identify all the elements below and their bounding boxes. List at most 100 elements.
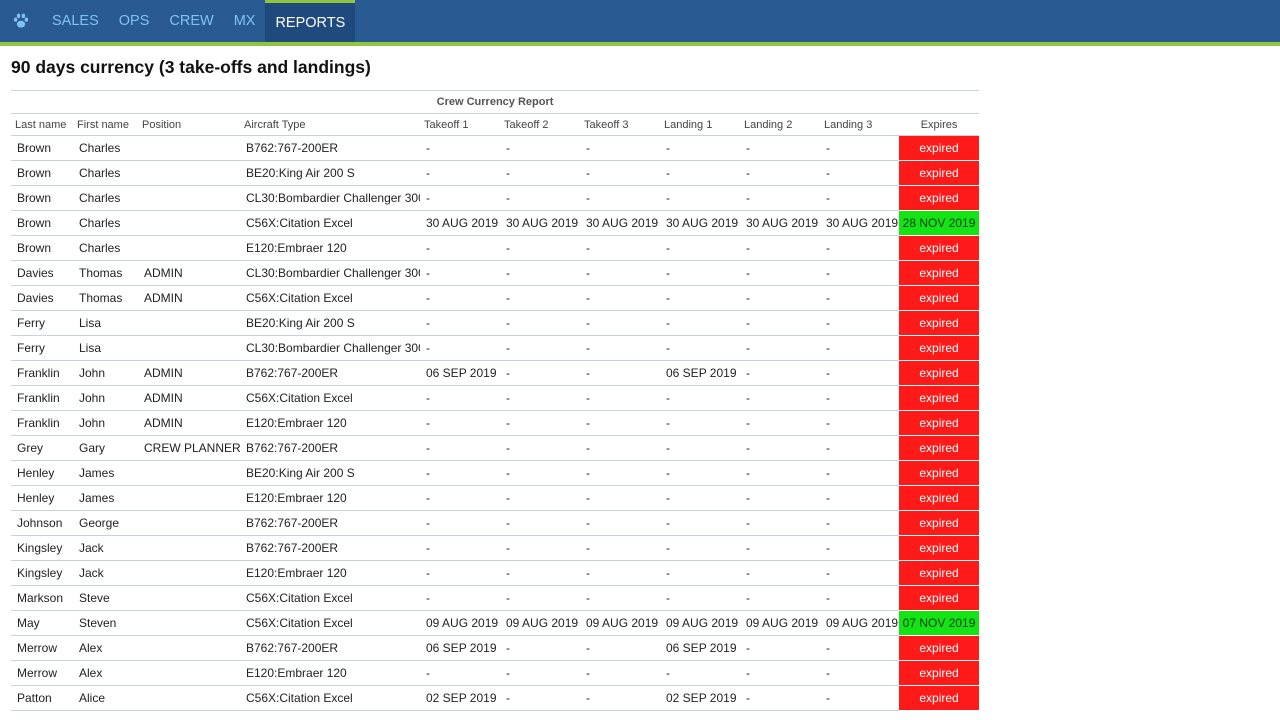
cell-first-name: Jack bbox=[73, 560, 138, 586]
cell-last-name: May bbox=[11, 610, 73, 636]
cell-takeoff-2: - bbox=[500, 135, 580, 161]
crew-currency-table: Crew Currency Report Last name First name… bbox=[11, 90, 980, 711]
cell-landing-2: - bbox=[740, 560, 820, 586]
nav-sales[interactable]: SALES bbox=[42, 0, 109, 42]
cell-landing-3: - bbox=[820, 510, 899, 536]
cell-landing-2: - bbox=[740, 135, 820, 161]
cell-aircraft-type: E120:Embraer 120 bbox=[240, 410, 420, 436]
cell-first-name: Charles bbox=[73, 235, 138, 261]
header-position[interactable]: Position bbox=[138, 113, 240, 136]
cell-position bbox=[138, 485, 240, 511]
cell-last-name: Brown bbox=[11, 160, 73, 186]
table-row[interactable]: May Steven C56X:Citation Excel 09 AUG 2019 0… bbox=[11, 610, 980, 636]
cell-last-name: Davies bbox=[11, 285, 73, 311]
table-row[interactable]: Brown Charles E120:Embraer 120- - - - - - expire… bbox=[11, 235, 980, 261]
table-row[interactable]: Kingsley Jack E120:Embraer 120- - - - - - expire… bbox=[11, 560, 980, 586]
cell-takeoff-2: - bbox=[500, 635, 580, 661]
cell-position bbox=[138, 310, 240, 336]
cell-landing-1: - bbox=[660, 560, 740, 586]
cell-landing-1: - bbox=[660, 510, 740, 536]
cell-aircraft-type: C56X:Citation Excel bbox=[240, 610, 420, 636]
cell-aircraft-type: E120:Embraer 120 bbox=[240, 235, 420, 261]
table-row[interactable]: Henley James E120:Embraer 120- - - - - - expired bbox=[11, 485, 980, 511]
table-row[interactable]: Brown Charles BE20:King Air 200 S - - - - - - exp… bbox=[11, 160, 980, 186]
cell-aircraft-type: CL30:Bombardier Challenger 300 bbox=[240, 185, 420, 211]
cell-last-name: Ferry bbox=[11, 335, 73, 361]
cell-takeoff-3: - bbox=[580, 510, 660, 536]
table-row[interactable]: Merrow Alex B762:767-200ER 06 SEP 2019- -06 … bbox=[11, 635, 980, 661]
table-row[interactable]: Davies Thomas ADMIN CL30:Bombardier Challen… bbox=[11, 260, 980, 286]
table-row[interactable]: Markson Steve C56X:Citation Excel - - - - - - exp… bbox=[11, 585, 980, 611]
table-row[interactable]: Franklin John ADMIN E120:Embraer 120- - - - - - e… bbox=[11, 410, 980, 436]
cell-takeoff-1: - bbox=[420, 135, 500, 161]
cell-landing-1: - bbox=[660, 460, 740, 486]
table-row[interactable]: Davies Thomas ADMIN C56X:Citation Excel - - - -… bbox=[11, 285, 980, 311]
table-row[interactable]: Kingsley Jack B762:767-200ER - - - - - - expired bbox=[11, 535, 980, 561]
header-aircraft-type[interactable]: Aircraft Type bbox=[240, 113, 420, 136]
header-takeoff-1[interactable]: Takeoff 1 bbox=[420, 113, 500, 136]
table-row[interactable]: Ferry Lisa CL30:Bombardier Challenger 300-… bbox=[11, 335, 980, 361]
cell-aircraft-type: B762:767-200ER bbox=[240, 360, 420, 386]
header-takeoff-2[interactable]: Takeoff 2 bbox=[500, 113, 580, 136]
table-row[interactable]: Brown Charles B762:767-200ER - - - - - - expired bbox=[11, 135, 980, 161]
cell-takeoff-3: - bbox=[580, 360, 660, 386]
table-row[interactable]: Ferry Lisa BE20:King Air 200 S - - - - - - expire… bbox=[11, 310, 980, 336]
home-logo-button[interactable] bbox=[0, 0, 42, 42]
main-nav: SALES OPS CREW MX REPORTS bbox=[42, 0, 356, 42]
cell-landing-3: 30 AUG 2019 bbox=[820, 210, 899, 236]
cell-takeoff-2: - bbox=[500, 585, 580, 611]
header-first-name[interactable]: First name bbox=[73, 113, 138, 136]
cell-landing-1: - bbox=[660, 385, 740, 411]
cell-takeoff-3: - bbox=[580, 410, 660, 436]
nav-crew[interactable]: CREW bbox=[159, 0, 223, 42]
cell-takeoff-1: - bbox=[420, 435, 500, 461]
nav-mx[interactable]: MX bbox=[224, 0, 266, 42]
cell-takeoff-2: - bbox=[500, 160, 580, 186]
cell-landing-1: - bbox=[660, 185, 740, 211]
table-row[interactable]: Patton Alice C56X:Citation Excel 02 SEP 201… bbox=[11, 685, 980, 711]
cell-aircraft-type: C56X:Citation Excel bbox=[240, 285, 420, 311]
header-expires[interactable]: Expires bbox=[899, 113, 980, 136]
cell-first-name: Lisa bbox=[73, 310, 138, 336]
table-row[interactable]: Franklin John ADMIN C56X:Citation Excel - - - -… bbox=[11, 385, 980, 411]
cell-landing-3: - bbox=[820, 435, 899, 461]
cell-position bbox=[138, 210, 240, 236]
cell-last-name: Grey bbox=[11, 435, 73, 461]
table-row[interactable]: Brown Charles CL30:Bombardier Challenger 3… bbox=[11, 185, 980, 211]
table-row[interactable]: Merrow Alex E120:Embraer 120- - - - - - expired bbox=[11, 660, 980, 686]
cell-first-name: James bbox=[73, 485, 138, 511]
table-row[interactable]: Brown Charles C56X:Citation Excel 30 AUG 20… bbox=[11, 210, 980, 236]
expired-badge: expired bbox=[899, 310, 980, 336]
cell-takeoff-1: - bbox=[420, 260, 500, 286]
cell-takeoff-2: - bbox=[500, 235, 580, 261]
cell-landing-2: - bbox=[740, 685, 820, 711]
cell-landing-2: - bbox=[740, 385, 820, 411]
cell-last-name: Franklin bbox=[11, 410, 73, 436]
cell-takeoff-3: - bbox=[580, 435, 660, 461]
header-landing-3[interactable]: Landing 3 bbox=[820, 113, 899, 136]
cell-landing-2: - bbox=[740, 285, 820, 311]
expired-badge: expired bbox=[899, 585, 980, 611]
cell-first-name: Thomas bbox=[73, 260, 138, 286]
cell-takeoff-3: - bbox=[580, 185, 660, 211]
cell-takeoff-1: - bbox=[420, 335, 500, 361]
header-landing-1[interactable]: Landing 1 bbox=[660, 113, 740, 136]
cell-takeoff-3: - bbox=[580, 335, 660, 361]
cell-takeoff-1: - bbox=[420, 660, 500, 686]
cell-landing-1: - bbox=[660, 585, 740, 611]
table-row[interactable]: Franklin John ADMIN B762:767-200ER 06 SEP 20… bbox=[11, 360, 980, 386]
table-row[interactable]: Johnson George B762:767-200ER - - - - - - expired bbox=[11, 510, 980, 536]
table-row[interactable]: Henley James BE20:King Air 200 S - - - - - - expi… bbox=[11, 460, 980, 486]
cell-landing-3: - bbox=[820, 560, 899, 586]
cell-position bbox=[138, 460, 240, 486]
cell-landing-3: - bbox=[820, 410, 899, 436]
header-landing-2[interactable]: Landing 2 bbox=[740, 113, 820, 136]
cell-takeoff-3: - bbox=[580, 260, 660, 286]
nav-reports[interactable]: REPORTS bbox=[265, 0, 356, 42]
cell-first-name: Steve bbox=[73, 585, 138, 611]
table-row[interactable]: Grey Gary CREW PLANNER B762:767-200ER - - - - - -… bbox=[11, 435, 980, 461]
nav-ops[interactable]: OPS bbox=[109, 0, 160, 42]
header-last-name[interactable]: Last name bbox=[11, 113, 73, 136]
header-takeoff-3[interactable]: Takeoff 3 bbox=[580, 113, 660, 136]
cell-takeoff-3: 30 AUG 2019 bbox=[580, 210, 660, 236]
